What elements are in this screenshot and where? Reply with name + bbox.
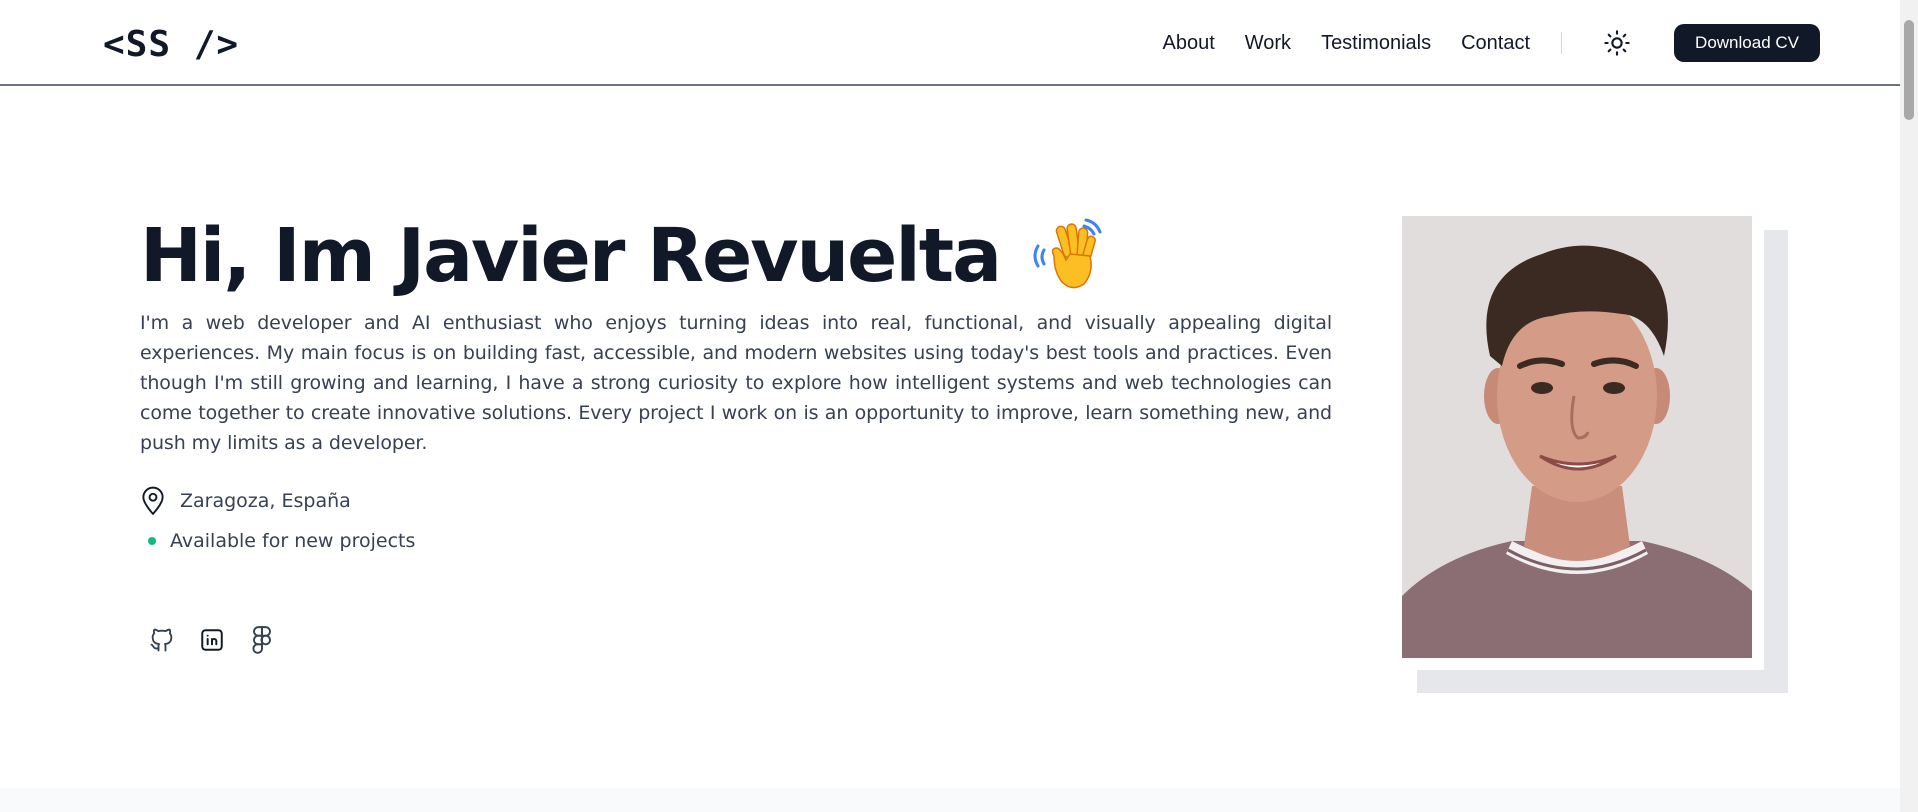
status-dot bbox=[148, 537, 156, 545]
sun-icon bbox=[1604, 30, 1630, 56]
availability-status: Available for new projects bbox=[148, 530, 415, 552]
nav-divider bbox=[1561, 32, 1563, 54]
nav-link-about[interactable]: About bbox=[1162, 32, 1214, 55]
linkedin-link[interactable] bbox=[196, 624, 228, 656]
nav-link-work[interactable]: Work bbox=[1245, 32, 1291, 55]
hero-description: I'm a web developer and AI enthusiast wh… bbox=[140, 312, 1332, 454]
location: Zaragoza, España bbox=[140, 486, 351, 516]
github-icon bbox=[150, 628, 173, 652]
location-text: Zaragoza, España bbox=[180, 490, 351, 512]
main-nav: About Work Testimonials Contact Download… bbox=[1162, 22, 1820, 64]
nav-link-testimonials[interactable]: Testimonials bbox=[1321, 32, 1431, 55]
figma-icon bbox=[252, 626, 271, 654]
page-scrollbar[interactable] bbox=[1900, 0, 1918, 812]
waving-hand-icon bbox=[1024, 212, 1108, 296]
logo[interactable]: <SS /> bbox=[103, 24, 239, 65]
availability-text: Available for new projects bbox=[170, 530, 416, 552]
map-pin-icon bbox=[142, 486, 164, 516]
nav-link-contact[interactable]: Contact bbox=[1461, 32, 1530, 55]
next-section-band bbox=[0, 788, 1900, 812]
theme-toggle-button[interactable] bbox=[1602, 28, 1632, 58]
profile-photo-frame bbox=[1402, 216, 1764, 670]
scrollbar-thumb[interactable] bbox=[1904, 20, 1914, 120]
profile-photo bbox=[1402, 216, 1752, 658]
linkedin-icon bbox=[201, 629, 223, 651]
site-header: <SS /> About Work Testimonials Contact D… bbox=[0, 0, 1900, 86]
download-cv-button[interactable]: Download CV bbox=[1674, 24, 1820, 62]
hero-heading: Hi, Im Javier Revuelta bbox=[140, 212, 1108, 302]
social-links bbox=[146, 624, 296, 656]
github-link[interactable] bbox=[146, 624, 178, 656]
hero-title-text: Hi, Im Javier Revuelta bbox=[140, 213, 1002, 299]
figma-link[interactable] bbox=[246, 624, 278, 656]
